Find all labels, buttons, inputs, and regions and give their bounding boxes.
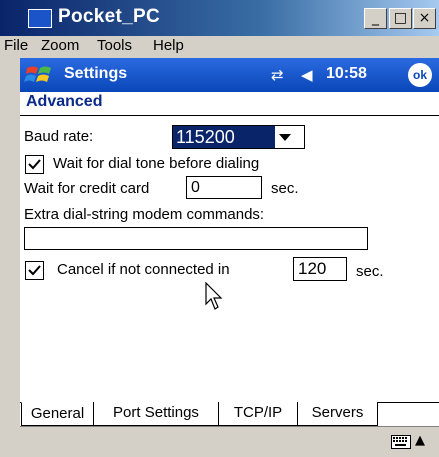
chevron-down-icon[interactable] (279, 134, 291, 141)
baud-rate-label: Baud rate: (24, 128, 94, 145)
menu-tools[interactable]: Tools (97, 37, 132, 54)
cancel-timeout-checkbox[interactable] (25, 261, 44, 280)
tab-servers[interactable]: Servers (297, 402, 378, 426)
page-title: Advanced (26, 93, 103, 110)
tab-port-settings[interactable]: Port Settings (93, 402, 219, 426)
minimize-button[interactable]: _ (364, 8, 387, 29)
baud-rate-value: 115200 (173, 126, 275, 148)
extra-commands-input[interactable] (24, 227, 368, 250)
checkmark-icon (28, 265, 41, 276)
cancel-timeout-input[interactable]: 120 (293, 257, 347, 281)
checkmark-icon (28, 159, 41, 170)
emulator-window: Pocket_PC _ □ × File Zoom Tools Help Set… (0, 0, 439, 457)
credit-card-unit-label: sec. (271, 180, 299, 197)
wait-dial-tone-checkbox[interactable] (25, 155, 44, 174)
volume-icon[interactable]: ◀ (301, 66, 313, 84)
navigation-bar: Settings ⇄ ◀ 10:58 ok (20, 58, 439, 92)
baud-rate-select[interactable]: 115200 (172, 125, 305, 149)
cancel-timeout-label: Cancel if not connected in (57, 261, 230, 278)
mouse-pointer-icon (205, 282, 223, 310)
extra-commands-label: Extra dial-string modem commands: (24, 206, 265, 223)
menu-bar: File Zoom Tools Help (0, 36, 439, 57)
credit-card-wait-input[interactable]: 0 (186, 176, 262, 199)
window-title: Pocket_PC (58, 6, 160, 27)
windows-start-icon[interactable] (23, 62, 55, 88)
tab-tcp-ip[interactable]: TCP/IP (218, 402, 298, 426)
clock[interactable]: 10:58 (326, 65, 367, 83)
menu-file[interactable]: File (4, 37, 28, 54)
title-bar: Pocket_PC _ □ × (0, 0, 439, 36)
nav-title: Settings (64, 65, 128, 82)
maximize-button[interactable]: □ (389, 8, 412, 29)
tab-bar: General Port Settings TCP/IP Servers (20, 402, 439, 426)
credit-card-wait-label: Wait for credit card (24, 180, 150, 197)
up-arrow-icon[interactable]: ▲ (415, 433, 425, 448)
connectivity-icon[interactable]: ⇄ (271, 66, 284, 84)
close-button[interactable]: × (413, 8, 436, 29)
keyboard-icon[interactable] (391, 435, 411, 449)
device-screen: Settings ⇄ ◀ 10:58 ok Advanced Baud rate… (20, 58, 439, 457)
menu-help[interactable]: Help (153, 37, 184, 54)
ok-button[interactable]: ok (408, 63, 432, 87)
app-window-icon (28, 9, 52, 28)
command-bar: ▲ (20, 426, 439, 457)
menu-zoom[interactable]: Zoom (41, 37, 79, 54)
cancel-timeout-unit-label: sec. (356, 263, 384, 280)
header-divider (20, 115, 439, 116)
wait-dial-tone-label: Wait for dial tone before dialing (53, 155, 260, 172)
tab-general[interactable]: General (21, 402, 94, 426)
